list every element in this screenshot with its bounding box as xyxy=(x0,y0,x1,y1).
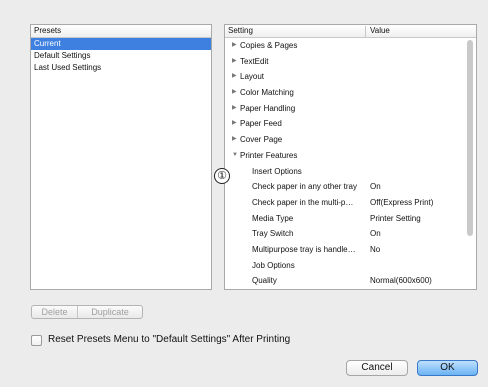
setting-label: Paper Handling xyxy=(240,103,296,113)
disclosure-collapsed-icon[interactable]: ▶ xyxy=(232,38,237,54)
settings-rows: ▶ Copies & Pages ▶ TextEdit ▶ Layout ▶ Color Ma… xyxy=(225,38,476,289)
setting-value[interactable]: On xyxy=(370,179,381,195)
presets-list[interactable]: Presets Current Default Settings Last Used… xyxy=(30,24,212,290)
settings-row[interactable]: Insert Options xyxy=(225,164,476,180)
settings-scrollbar[interactable] xyxy=(467,40,473,236)
setting-value[interactable]: Off(Express Print) xyxy=(370,195,433,211)
setting-label: Cover Page xyxy=(240,135,283,145)
settings-row[interactable]: ▶ Paper Feed xyxy=(225,116,476,132)
disclosure-expanded-icon[interactable]: ▼ xyxy=(232,148,238,164)
settings-row[interactable]: ▼ Printer Features xyxy=(225,148,476,164)
settings-row[interactable]: ▶ TextEdit xyxy=(225,54,476,70)
value-column-header[interactable]: Value xyxy=(370,25,390,37)
duplicate-button[interactable]: Duplicate xyxy=(78,306,142,318)
setting-label: Color Matching xyxy=(240,88,294,98)
presets-header[interactable]: Presets xyxy=(31,25,211,38)
setting-label: Multipurpose tray is handle… xyxy=(252,244,356,254)
settings-row[interactable]: Job Options xyxy=(225,258,476,274)
settings-row[interactable]: Quality Normal(600x600) xyxy=(225,273,476,289)
settings-row[interactable]: ▶ Layout xyxy=(225,69,476,85)
preset-action-buttons: Delete Duplicate xyxy=(31,305,143,319)
settings-header: Setting Value xyxy=(225,25,476,38)
setting-value[interactable]: Normal(600x600) xyxy=(370,273,432,289)
settings-row[interactable]: ▶ Copies & Pages xyxy=(225,38,476,54)
disclosure-collapsed-icon[interactable]: ▶ xyxy=(232,132,237,148)
disclosure-collapsed-icon[interactable]: ▶ xyxy=(232,54,237,70)
setting-label: Quality xyxy=(252,276,277,286)
setting-label: TextEdit xyxy=(240,56,269,66)
preset-item[interactable]: Default Settings xyxy=(31,50,211,62)
setting-value[interactable]: No xyxy=(370,242,380,258)
reset-presets-row[interactable]: Reset Presets Menu to "Default Settings"… xyxy=(31,334,290,346)
reset-presets-checkbox[interactable] xyxy=(31,334,42,346)
settings-row[interactable]: Check paper in any other tray On xyxy=(225,179,476,195)
settings-row[interactable]: ▶ Paper Handling xyxy=(225,101,476,117)
reset-presets-label[interactable]: Reset Presets Menu to "Default Settings"… xyxy=(48,334,290,346)
settings-row[interactable]: Media Type Printer Setting xyxy=(225,211,476,227)
settings-table[interactable]: Setting Value ▶ Copies & Pages ▶ TextEdit ▶ L… xyxy=(224,24,477,290)
setting-label: Insert Options xyxy=(252,166,302,176)
ok-button[interactable]: OK xyxy=(417,360,478,376)
preset-item[interactable]: Last Used Settings xyxy=(31,62,211,74)
presets-items: Current Default Settings Last Used Setting… xyxy=(31,38,211,74)
setting-label: Media Type xyxy=(252,213,294,223)
disclosure-collapsed-icon[interactable]: ▶ xyxy=(232,69,237,85)
settings-row[interactable]: Multipurpose tray is handle… No xyxy=(225,242,476,258)
setting-label: Copies & Pages xyxy=(240,41,298,50)
setting-column-header[interactable]: Setting xyxy=(228,25,253,37)
disclosure-collapsed-icon[interactable]: ▶ xyxy=(232,85,237,101)
setting-label: Layout xyxy=(240,72,265,82)
setting-label: Check paper in any other tray xyxy=(252,182,357,192)
setting-label: Printer Features xyxy=(240,150,298,160)
setting-label: Tray Switch xyxy=(252,229,294,239)
cancel-button[interactable]: Cancel xyxy=(346,360,408,376)
setting-label: Job Options xyxy=(252,260,295,270)
delete-button[interactable]: Delete xyxy=(32,306,78,318)
setting-value[interactable]: On xyxy=(370,226,381,242)
settings-row[interactable]: Check paper in the multi-p… Off(Express P… xyxy=(225,195,476,211)
settings-row[interactable]: Tray Switch On xyxy=(225,226,476,242)
preset-item[interactable]: Current xyxy=(31,38,211,50)
column-divider xyxy=(365,26,366,37)
disclosure-collapsed-icon[interactable]: ▶ xyxy=(232,101,237,117)
setting-label: Paper Feed xyxy=(240,119,282,129)
disclosure-collapsed-icon[interactable]: ▶ xyxy=(232,116,237,132)
setting-value[interactable]: Printer Setting xyxy=(370,211,421,227)
settings-row[interactable]: ▶ Color Matching xyxy=(225,85,476,101)
callout-marker: ① xyxy=(214,168,230,184)
settings-row[interactable]: ▶ Cover Page xyxy=(225,132,476,148)
setting-label: Check paper in the multi-p… xyxy=(252,197,354,207)
